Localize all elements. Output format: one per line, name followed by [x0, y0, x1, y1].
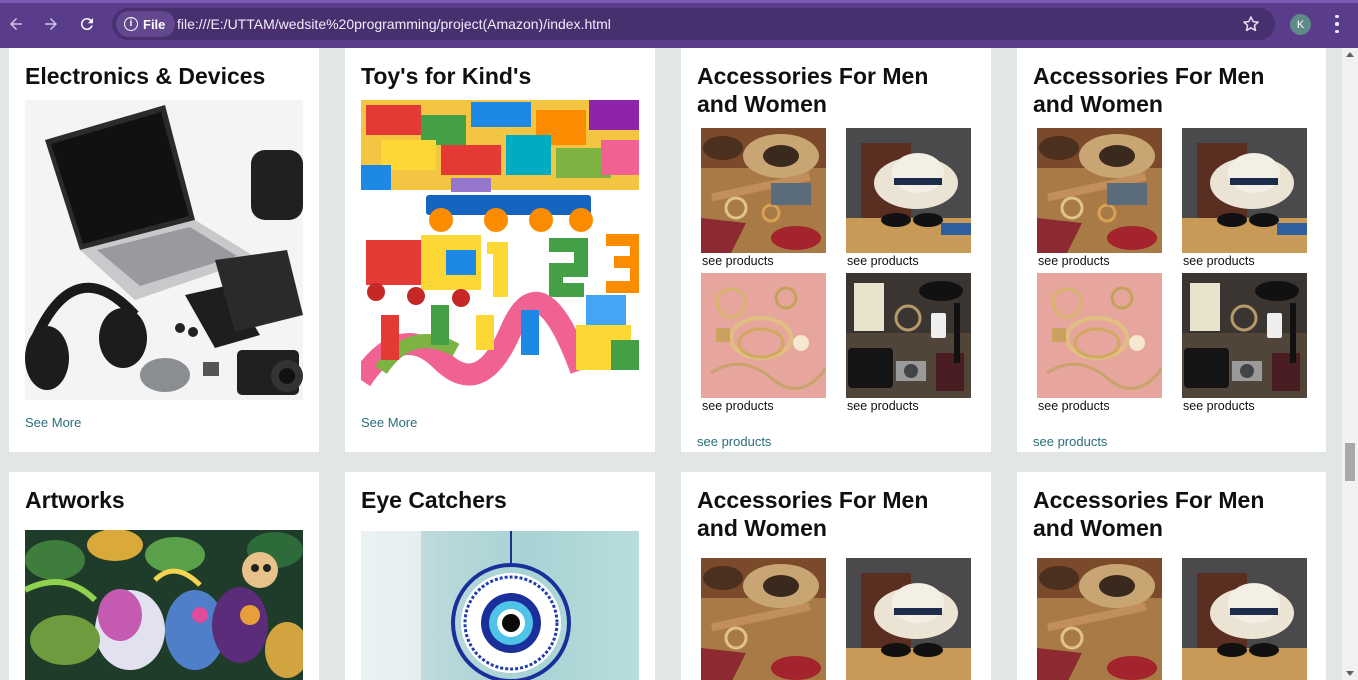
evil-eye-image [361, 531, 639, 680]
product-tile[interactable]: see products [1037, 128, 1162, 268]
flatlay-hat-bags-image [1037, 128, 1162, 253]
arrow-right-icon [45, 18, 57, 30]
card-title: Electronics & Devices [25, 63, 266, 89]
card-title: Accessories For Men and Women [1033, 487, 1265, 541]
card-title: Accessories For Men and Women [697, 487, 929, 541]
fedora-luggage-image [846, 128, 971, 253]
scroll-up-icon[interactable] [1346, 52, 1354, 57]
see-products-caption[interactable]: see products [846, 399, 971, 413]
product-tile[interactable] [1182, 558, 1307, 680]
see-products-caption[interactable]: see products [701, 254, 826, 268]
browser-menu-icon[interactable] [1330, 13, 1344, 35]
fedora-luggage-image [1182, 128, 1307, 253]
address-bar[interactable]: i File file:///E:/UTTAM/wedsite%20progra… [112, 8, 1275, 40]
card-electronics: Electronics & Devices See More [9, 48, 319, 452]
site-info-chip[interactable]: i File [116, 11, 176, 37]
product-tile[interactable]: see products [846, 128, 971, 268]
see-more-link[interactable]: See More [361, 415, 417, 430]
card-title: Eye Catchers [361, 487, 507, 513]
product-tile[interactable]: see products [701, 128, 826, 268]
jewelry-pink-image [1037, 273, 1162, 398]
product-tile[interactable]: see products [1182, 128, 1307, 268]
forward-button[interactable] [39, 12, 63, 36]
see-products-caption[interactable]: see products [701, 399, 826, 413]
see-products-caption[interactable]: see products [1182, 254, 1307, 268]
product-tile[interactable]: see products [846, 273, 971, 413]
profile-avatar[interactable]: K [1290, 14, 1311, 35]
card-accessories: Accessories For Men and Women [681, 472, 991, 680]
jewelry-pink-image [701, 273, 826, 398]
product-tile[interactable]: see products [701, 273, 826, 413]
browser-toolbar: i File file:///E:/UTTAM/wedsite%20progra… [0, 0, 1358, 48]
reload-button[interactable] [75, 12, 99, 36]
info-icon: i [124, 17, 138, 31]
see-products-caption[interactable]: see products [1037, 254, 1162, 268]
wallet-camera-image [846, 273, 971, 398]
back-button[interactable] [4, 12, 28, 36]
product-tile[interactable] [846, 558, 971, 680]
card-title: Accessories For Men and Women [697, 63, 929, 117]
see-products-caption[interactable]: see products [846, 254, 971, 268]
flatlay-hat-bags-image [701, 558, 826, 680]
product-tile[interactable] [701, 558, 826, 680]
scrollbar-thumb[interactable] [1345, 443, 1355, 481]
fedora-luggage-image [846, 558, 971, 680]
see-more-link[interactable]: See More [25, 415, 81, 430]
product-tile[interactable]: see products [1037, 273, 1162, 413]
card-title: Accessories For Men and Women [1033, 63, 1265, 117]
product-tile[interactable]: see products [1182, 273, 1307, 413]
bookmark-star-icon[interactable] [1241, 14, 1261, 34]
card-artworks: Artworks [9, 472, 319, 680]
card-title: Toy's for Kind's [361, 63, 532, 89]
tab-strip-edge [0, 0, 1358, 3]
card-accessories: Accessories For Men and Women [1017, 472, 1326, 680]
scroll-down-icon[interactable] [1346, 671, 1354, 676]
see-products-link[interactable]: see products [697, 434, 771, 449]
see-products-link[interactable]: see products [1033, 434, 1107, 449]
flatlay-hat-bags-image [1037, 558, 1162, 680]
reload-icon [80, 18, 93, 31]
artwork-image [25, 530, 303, 680]
see-products-caption[interactable]: see products [1037, 399, 1162, 413]
arrow-left-icon [10, 18, 22, 30]
card-accessories: Accessories For Men and Women see produc… [1017, 48, 1326, 452]
card-toys: Toy's for Kind's See More [345, 48, 655, 452]
url-text[interactable]: file:///E:/UTTAM/wedsite%20programming/p… [177, 16, 611, 32]
flatlay-hat-bags-image [701, 128, 826, 253]
scheme-label: File [143, 16, 166, 32]
see-products-caption[interactable]: see products [1182, 399, 1307, 413]
card-eye-catchers: Eye Catchers [345, 472, 655, 680]
fedora-luggage-image [1182, 558, 1307, 680]
card-accessories: Accessories For Men and Women see produc… [681, 48, 991, 452]
card-title: Artworks [25, 487, 125, 513]
product-tile[interactable] [1037, 558, 1162, 680]
wallet-camera-image [1182, 273, 1307, 398]
toys-image [361, 100, 639, 400]
vertical-scrollbar[interactable] [1342, 48, 1358, 680]
electronics-image [25, 100, 303, 400]
